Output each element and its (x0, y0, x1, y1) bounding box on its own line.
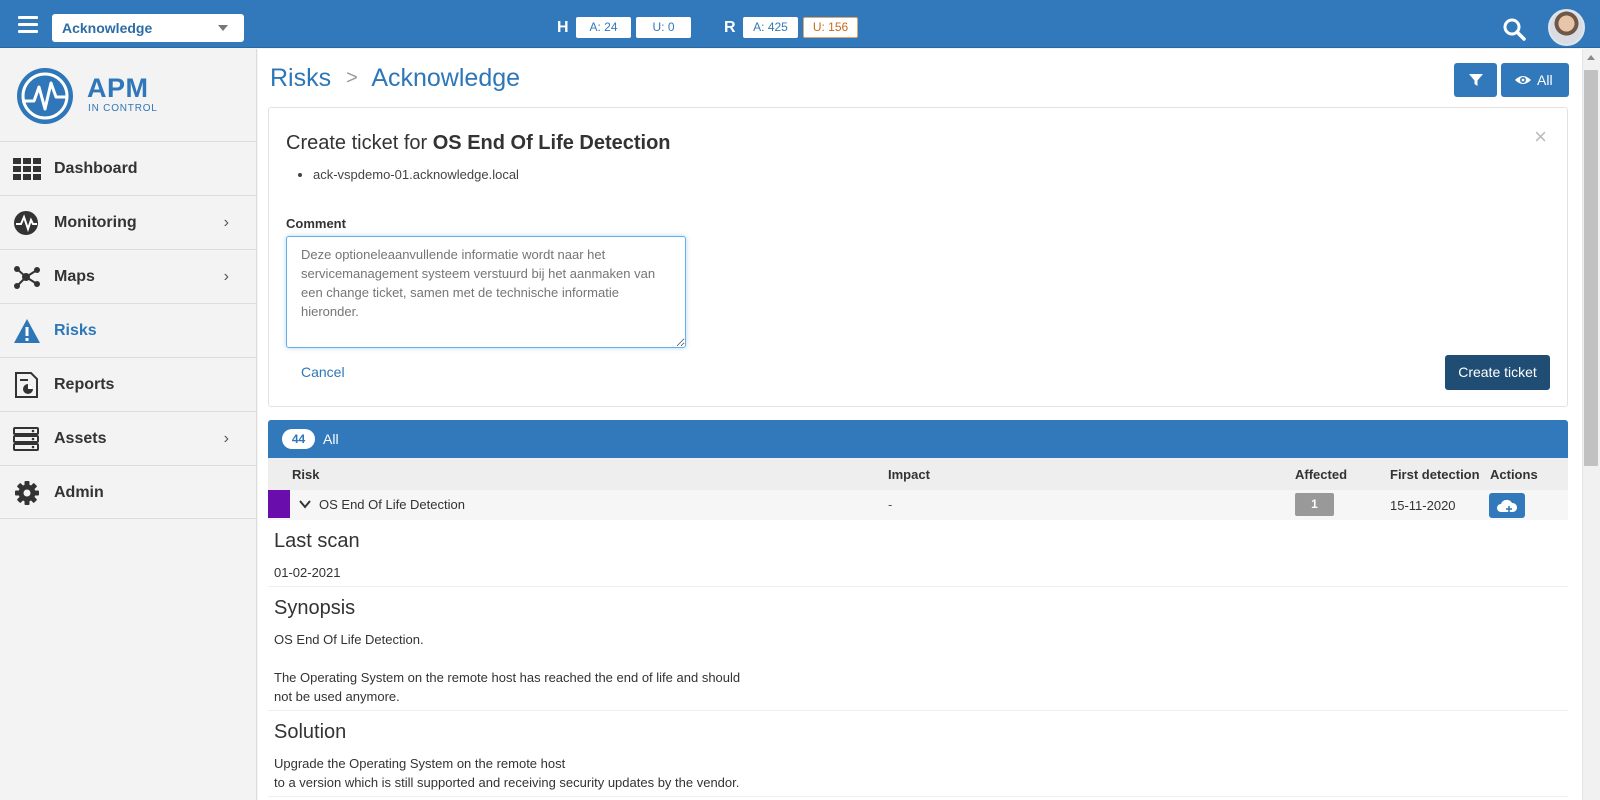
sidebar-item-label: Risks (54, 322, 97, 339)
create-ticket-panel: Create ticket for OS End Of Life Detecti… (268, 107, 1568, 407)
filter-icon (1469, 74, 1483, 86)
logo-text: APM (87, 73, 149, 103)
create-ticket-action-button[interactable] (1489, 493, 1525, 518)
table-header: Risk Impact Affected First detection Act… (268, 458, 1568, 490)
logo-subtitle: IN CONTROL (88, 103, 158, 114)
pulse-icon (14, 211, 38, 235)
sidebar-item-label: Reports (54, 376, 115, 393)
risk-name: OS End Of Life Detection (319, 497, 465, 512)
breadcrumb-parent[interactable]: Risks (270, 64, 331, 92)
risks-acknowledged-pill[interactable]: A: 425 (743, 17, 798, 38)
chevron-right-icon: › (223, 268, 229, 285)
last-scan-title: Last scan (274, 530, 360, 552)
main-content: Risks > Acknowledge All Create ticket fo… (258, 49, 1582, 800)
top-bar: Acknowledge H A: 24 U: 0 R A: 425 U: 156 (0, 0, 1600, 48)
sidebar: APM IN CONTROL Dashboard Monitoring › Ma… (0, 49, 257, 800)
column-header-risk[interactable]: Risk (292, 467, 319, 482)
first-detection-date: 15-11-2020 (1390, 498, 1456, 513)
warning-icon (14, 319, 40, 343)
user-avatar[interactable] (1548, 9, 1585, 46)
apm-logo[interactable]: APM IN CONTROL (14, 65, 214, 127)
scrollbar-thumb[interactable] (1584, 70, 1598, 466)
column-header-actions: Actions (1490, 467, 1538, 482)
cancel-link[interactable]: Cancel (301, 364, 345, 380)
synopsis-text-2: The Operating System on the remote host … (274, 670, 741, 685)
sidebar-item-label: Admin (54, 484, 104, 501)
close-icon[interactable]: × (1534, 124, 1547, 150)
synopsis-title: Synopsis (274, 597, 356, 619)
comment-label: Comment (286, 216, 346, 231)
eye-icon (1515, 76, 1531, 84)
chevron-right-icon: › (223, 430, 229, 447)
breadcrumb-separator: > (346, 67, 358, 89)
risk-details: Last scan 01-02-2021 Synopsis OS End Of … (268, 520, 1568, 797)
synopsis-section: Synopsis OS End Of Life Detection. The O… (268, 587, 1568, 711)
synopsis-text-1: OS End Of Life Detection. (274, 632, 424, 647)
apm-logo-icon (17, 68, 73, 124)
sidebar-item-dashboard[interactable]: Dashboard (0, 141, 257, 195)
cloud-ticket-icon (1497, 499, 1518, 512)
column-header-impact[interactable]: Impact (888, 467, 930, 482)
column-header-first-detection[interactable]: First detection (1390, 467, 1480, 482)
hosts-unacknowledged-pill[interactable]: U: 0 (636, 17, 691, 38)
risk-list-header: 44 All (268, 420, 1568, 458)
affected-count-badge[interactable]: 1 (1295, 493, 1334, 516)
hosts-stat-letter: H (557, 19, 569, 36)
scroll-up-arrow-icon[interactable] (1587, 55, 1595, 60)
report-icon (15, 372, 38, 398)
panel-title: Create ticket for OS End Of Life Detecti… (286, 132, 671, 155)
risks-stat-letter: R (724, 19, 736, 36)
sidebar-item-label: Dashboard (54, 160, 138, 177)
gear-icon (15, 481, 39, 505)
column-header-affected[interactable]: Affected (1295, 467, 1347, 482)
sidebar-item-risks[interactable]: Risks (0, 303, 257, 357)
host-list: ack-vspdemo-01.acknowledge.local (313, 167, 519, 182)
sidebar-item-label: Monitoring (54, 214, 137, 231)
chevron-down-icon (218, 25, 228, 31)
chevron-right-icon: › (223, 214, 229, 231)
solution-title: Solution (274, 721, 347, 743)
solution-text-1: Upgrade the Operating System on the remo… (274, 756, 566, 771)
breadcrumb: Risks > Acknowledge (270, 64, 520, 93)
sidebar-item-label: Assets (54, 430, 107, 447)
last-scan-value: 01-02-2021 (274, 565, 341, 580)
last-scan-section: Last scan 01-02-2021 (268, 520, 1568, 587)
sidebar-item-maps[interactable]: Maps › (0, 249, 257, 303)
sidebar-item-admin[interactable]: Admin (0, 465, 257, 519)
sidebar-nav: Dashboard Monitoring › Maps › Risks Repo… (0, 141, 257, 519)
synopsis-text-3: not be used anymore. (274, 689, 400, 704)
host-list-item: ack-vspdemo-01.acknowledge.local (313, 167, 519, 182)
risks-unacknowledged-pill[interactable]: U: 156 (803, 17, 858, 38)
hamburger-menu-icon[interactable] (18, 16, 38, 33)
search-icon[interactable] (1502, 17, 1526, 41)
breadcrumb-current: Acknowledge (371, 64, 521, 92)
table-row[interactable]: OS End Of Life Detection - 1 15-11-2020 (268, 490, 1568, 520)
risk-count-badge: 44 (282, 429, 315, 449)
view-all-button[interactable]: All (1501, 63, 1569, 97)
chevron-down-icon[interactable] (298, 497, 312, 511)
context-select-value: Acknowledge (62, 20, 153, 36)
panel-title-prefix: Create ticket for (286, 132, 428, 154)
context-select[interactable]: Acknowledge (52, 14, 244, 42)
sidebar-item-label: Maps (54, 268, 95, 285)
solution-section: Solution Upgrade the Operating System on… (268, 711, 1568, 797)
grid-icon (13, 158, 41, 180)
risk-impact: - (888, 497, 893, 512)
create-ticket-button[interactable]: Create ticket (1445, 355, 1550, 390)
risk-list-filter-label[interactable]: All (323, 431, 339, 447)
sidebar-item-reports[interactable]: Reports (0, 357, 257, 411)
sidebar-item-monitoring[interactable]: Monitoring › (0, 195, 257, 249)
sidebar-item-assets[interactable]: Assets › (0, 411, 257, 465)
network-icon (14, 266, 40, 289)
view-all-label: All (1537, 72, 1553, 88)
solution-text-2: to a version which is still supported an… (274, 775, 740, 790)
panel-title-subject: OS End Of Life Detection (432, 132, 671, 154)
server-icon (13, 427, 39, 451)
severity-indicator (268, 490, 290, 518)
comment-textarea[interactable] (286, 236, 686, 348)
filter-button[interactable] (1454, 63, 1497, 97)
hosts-acknowledged-pill[interactable]: A: 24 (576, 17, 631, 38)
